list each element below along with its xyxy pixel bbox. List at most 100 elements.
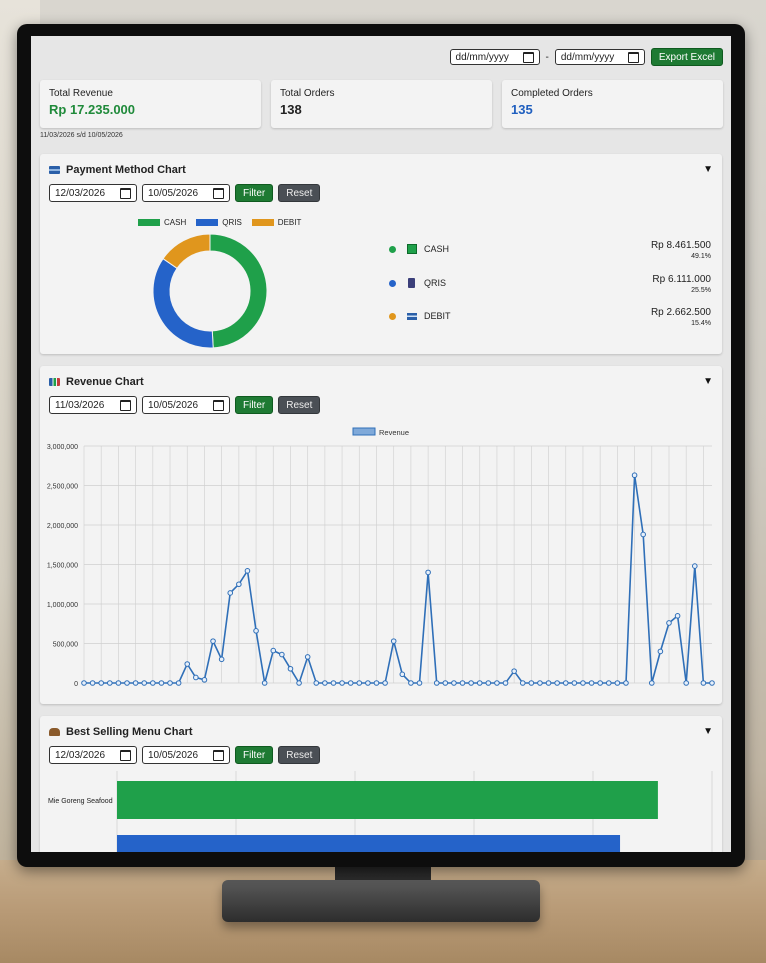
revenue-point[interactable] [580,680,586,686]
revenue-point[interactable] [261,680,268,686]
revenue-point[interactable] [89,680,96,686]
revenue-point[interactable] [98,680,105,686]
payment-filter-button[interactable]: Filter [235,184,274,202]
revenue-point[interactable] [236,581,242,588]
revenue-point[interactable] [227,590,234,596]
best-filter-button[interactable]: Filter [235,746,274,764]
revenue-point[interactable] [528,680,535,686]
revenue-point[interactable] [554,680,560,686]
revenue-point[interactable] [339,680,345,686]
revenue-point[interactable] [502,680,509,686]
revenue-point[interactable] [408,680,414,686]
revenue-point[interactable] [562,680,569,686]
revenue-date-to[interactable]: 10/05/2026 [142,396,230,414]
revenue-point[interactable] [631,472,638,479]
revenue-point[interactable] [201,677,208,683]
revenue-point[interactable] [494,680,500,686]
revenue-point[interactable] [674,613,681,619]
payment-reset-button[interactable]: Reset [278,184,321,202]
calendar-icon[interactable] [522,51,534,63]
donut-slice-debit[interactable] [162,233,211,270]
revenue-filter-button[interactable]: Filter [235,396,274,414]
collapse-toggle-icon[interactable]: ▼ [703,164,713,175]
revenue-point[interactable] [382,680,388,686]
revenue-point[interactable] [623,680,629,686]
revenue-point[interactable] [330,680,337,686]
revenue-point[interactable] [244,568,251,574]
date-to-input[interactable]: dd/mm/yyyy [554,49,645,65]
revenue-point[interactable] [296,680,302,686]
calendar-icon[interactable] [120,187,131,199]
revenue-point[interactable] [322,680,328,686]
revenue-reset-button[interactable]: Reset [278,396,321,414]
revenue-point[interactable] [81,680,87,686]
calendar-icon[interactable] [213,749,224,761]
revenue-point[interactable] [571,680,578,686]
bar-second-item[interactable] [117,835,621,852]
calendar-icon[interactable] [120,749,131,761]
revenue-point[interactable] [167,680,173,686]
bar-mie-goreng-seafood[interactable] [117,781,658,819]
revenue-point[interactable] [210,638,216,644]
revenue-point[interactable] [511,668,517,674]
revenue-point[interactable] [124,680,130,686]
calendar-icon[interactable] [213,399,224,411]
export-excel-button[interactable]: Export Excel [650,48,723,66]
revenue-point[interactable] [537,680,543,686]
revenue-point[interactable] [640,531,646,538]
revenue-point[interactable] [614,680,621,686]
revenue-point[interactable] [433,680,440,686]
revenue-point[interactable] [107,680,113,686]
revenue-point[interactable] [313,680,320,686]
revenue-point[interactable] [700,680,707,686]
revenue-point[interactable] [442,680,449,686]
best-reset-button[interactable]: Reset [278,746,321,764]
revenue-point[interactable] [597,680,603,686]
revenue-point[interactable] [425,569,431,576]
revenue-point[interactable] [158,680,165,686]
revenue-point[interactable] [588,680,595,686]
revenue-point[interactable] [279,651,285,658]
date-from-input[interactable]: dd/mm/yyyy [449,49,540,65]
revenue-point[interactable] [193,674,199,681]
donut-slice-cash[interactable] [209,233,268,349]
revenue-date-from[interactable]: 11/03/2026 [49,396,137,414]
revenue-point[interactable] [399,671,406,678]
calendar-icon[interactable] [627,51,639,63]
revenue-point[interactable] [657,648,664,655]
revenue-point[interactable] [150,680,156,686]
calendar-icon[interactable] [120,399,131,411]
revenue-point[interactable] [184,661,191,667]
donut-slice-qris[interactable] [152,257,214,349]
revenue-point[interactable] [709,680,715,686]
revenue-point[interactable] [390,638,397,644]
revenue-point[interactable] [468,680,474,686]
revenue-point[interactable] [683,680,689,686]
revenue-point[interactable] [666,620,672,626]
payment-date-to[interactable]: 10/05/2026 [142,184,230,202]
revenue-point[interactable] [270,647,277,654]
revenue-point[interactable] [545,680,552,686]
revenue-point[interactable] [459,680,466,686]
revenue-point[interactable] [451,680,457,686]
revenue-point[interactable] [175,680,182,686]
collapse-toggle-icon[interactable]: ▼ [703,376,713,387]
revenue-point[interactable] [304,654,311,660]
revenue-point[interactable] [115,680,122,686]
revenue-point[interactable] [485,680,492,686]
revenue-point[interactable] [287,665,294,672]
revenue-point[interactable] [605,680,612,686]
revenue-point[interactable] [519,680,526,686]
revenue-point[interactable] [218,656,225,663]
revenue-point[interactable] [476,680,483,686]
revenue-point[interactable] [691,563,698,569]
revenue-point[interactable] [356,680,363,686]
revenue-point[interactable] [416,680,423,686]
revenue-point[interactable] [253,628,259,634]
legend-swatch-revenue[interactable] [352,427,376,436]
calendar-icon[interactable] [213,187,224,199]
best-date-from[interactable]: 12/03/2026 [49,746,137,764]
revenue-point[interactable] [141,680,148,686]
best-date-to[interactable]: 10/05/2026 [142,746,230,764]
revenue-point[interactable] [347,680,354,686]
